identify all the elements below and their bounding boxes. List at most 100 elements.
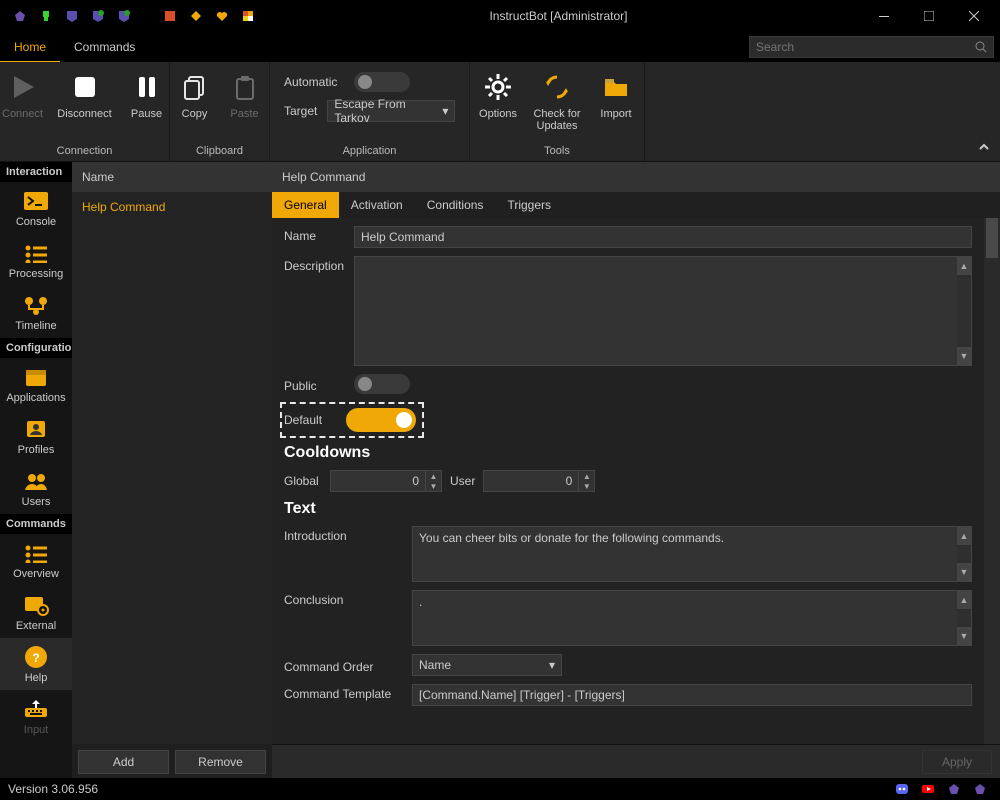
gear-icon [481, 70, 515, 104]
detail-tab-conditions[interactable]: Conditions [415, 192, 496, 218]
sidebar-item-applications[interactable]: Applications [0, 358, 72, 410]
global-numeric[interactable]: 0 ▲▼ [330, 470, 442, 492]
default-toggle[interactable] [346, 408, 416, 432]
youtube-icon[interactable] [920, 781, 936, 797]
target-select-value: Escape From Tarkov [334, 97, 434, 125]
titlebar-icon-8[interactable] [214, 8, 230, 24]
detail-tabs: General Activation Conditions Triggers [272, 192, 1000, 218]
status-icon-3[interactable] [946, 781, 962, 797]
tab-commands[interactable]: Commands [60, 32, 149, 62]
sidebar-item-console[interactable]: Console [0, 182, 72, 234]
titlebar-icon-1[interactable] [12, 8, 28, 24]
name-label: Name [284, 226, 344, 243]
sidebar-item-users[interactable]: Users [0, 462, 72, 514]
copy-button[interactable]: Copy [173, 66, 217, 124]
target-select[interactable]: Escape From Tarkov ▾ [327, 100, 455, 122]
overview-icon [21, 540, 51, 566]
command-list-panel: Name Help Command Add Remove [72, 162, 272, 778]
introduction-textarea[interactable]: You can cheer bits or donate for the fol… [412, 526, 972, 582]
paste-icon [228, 70, 262, 104]
command-template-input[interactable] [412, 684, 972, 706]
detail-tab-triggers[interactable]: Triggers [495, 192, 563, 218]
automatic-toggle[interactable] [354, 72, 410, 92]
titlebar-icon-4[interactable] [90, 8, 106, 24]
global-spinner[interactable]: ▲▼ [425, 471, 441, 491]
help-icon: ? [21, 644, 51, 670]
group-clipboard-label: Clipboard [196, 143, 243, 159]
list-header-name[interactable]: Name [72, 162, 272, 192]
users-icon [21, 468, 51, 494]
detail-tab-activation[interactable]: Activation [339, 192, 415, 218]
automatic-label: Automatic [284, 75, 344, 89]
command-order-select[interactable]: Name ▾ [412, 654, 562, 676]
user-numeric[interactable]: 0 ▲▼ [483, 470, 595, 492]
command-list[interactable]: Help Command [72, 192, 272, 744]
user-spinner[interactable]: ▲▼ [578, 471, 594, 491]
connect-button[interactable]: Connect [0, 66, 51, 124]
ribbon: Connect Disconnect Pause Connection Copy… [0, 62, 1000, 162]
titlebar-icon-7[interactable] [188, 8, 204, 24]
titlebar-icon-9[interactable] [240, 8, 256, 24]
titlebar-icon-6[interactable] [162, 8, 178, 24]
sidebar-item-processing[interactable]: Processing [0, 234, 72, 286]
list-item[interactable]: Help Command [72, 192, 272, 222]
sidebar-item-profiles[interactable]: Profiles [0, 410, 72, 462]
options-button[interactable]: Options [473, 66, 523, 124]
detail-tab-general[interactable]: General [272, 192, 339, 218]
disconnect-button[interactable]: Disconnect [57, 66, 113, 124]
import-button[interactable]: Import [591, 66, 641, 124]
public-toggle[interactable] [354, 374, 410, 394]
global-label: Global [284, 474, 322, 488]
remove-button[interactable]: Remove [175, 750, 266, 774]
sidebar-header-interaction: Interaction [0, 162, 72, 182]
cooldowns-title: Cooldowns [284, 444, 972, 462]
console-icon [21, 188, 51, 214]
chevron-down-icon: ▾ [442, 104, 448, 118]
description-scrollbar[interactable]: ▲▼ [957, 257, 971, 365]
input-icon [21, 696, 51, 722]
detail-header: Help Command [272, 162, 1000, 192]
detail-scrollbar[interactable] [984, 218, 1000, 744]
search-input[interactable] [756, 40, 975, 54]
titlebar-icon-5[interactable] [116, 8, 132, 24]
description-textarea[interactable]: ▲▼ [354, 256, 972, 366]
tab-home[interactable]: Home [0, 32, 60, 62]
window-maximize-button[interactable] [906, 0, 951, 32]
sidebar: Interaction Console Processing Timeline … [0, 162, 72, 778]
public-label: Public [284, 376, 344, 393]
discord-icon[interactable] [894, 781, 910, 797]
window-close-button[interactable] [951, 0, 996, 32]
detail-panel: Help Command General Activation Conditio… [272, 162, 1000, 778]
search-box[interactable] [749, 36, 994, 58]
titlebar: InstructBot [Administrator] [0, 0, 1000, 32]
profiles-icon [21, 416, 51, 442]
sidebar-item-help[interactable]: ? Help [0, 638, 72, 690]
sidebar-item-timeline[interactable]: Timeline [0, 286, 72, 338]
titlebar-tray-icons [4, 8, 256, 24]
refresh-icon [540, 70, 574, 104]
check-updates-button[interactable]: Check for Updates [529, 66, 585, 136]
sidebar-item-external[interactable]: External [0, 586, 72, 638]
apply-button[interactable]: Apply [922, 750, 992, 774]
conclusion-textarea[interactable]: . ▲▼ [412, 590, 972, 646]
copy-icon [178, 70, 212, 104]
search-icon[interactable] [975, 41, 987, 53]
add-button[interactable]: Add [78, 750, 169, 774]
introduction-scrollbar[interactable]: ▲▼ [957, 527, 971, 581]
applications-icon [21, 364, 51, 390]
paste-button[interactable]: Paste [223, 66, 267, 124]
sidebar-item-input[interactable]: Input [0, 690, 72, 736]
status-icon-4[interactable] [972, 781, 988, 797]
name-input[interactable] [354, 226, 972, 248]
window-minimize-button[interactable] [861, 0, 906, 32]
svg-text:?: ? [32, 651, 39, 665]
pause-button[interactable]: Pause [119, 66, 175, 124]
titlebar-icon-2[interactable] [38, 8, 54, 24]
sidebar-header-configuration: Configuration [0, 338, 72, 358]
sidebar-item-overview[interactable]: Overview [0, 534, 72, 586]
menu-tabs: Home Commands [0, 32, 1000, 62]
conclusion-scrollbar[interactable]: ▲▼ [957, 591, 971, 645]
description-label: Description [284, 256, 344, 273]
ribbon-collapse-button[interactable] [974, 137, 994, 157]
titlebar-icon-3[interactable] [64, 8, 80, 24]
